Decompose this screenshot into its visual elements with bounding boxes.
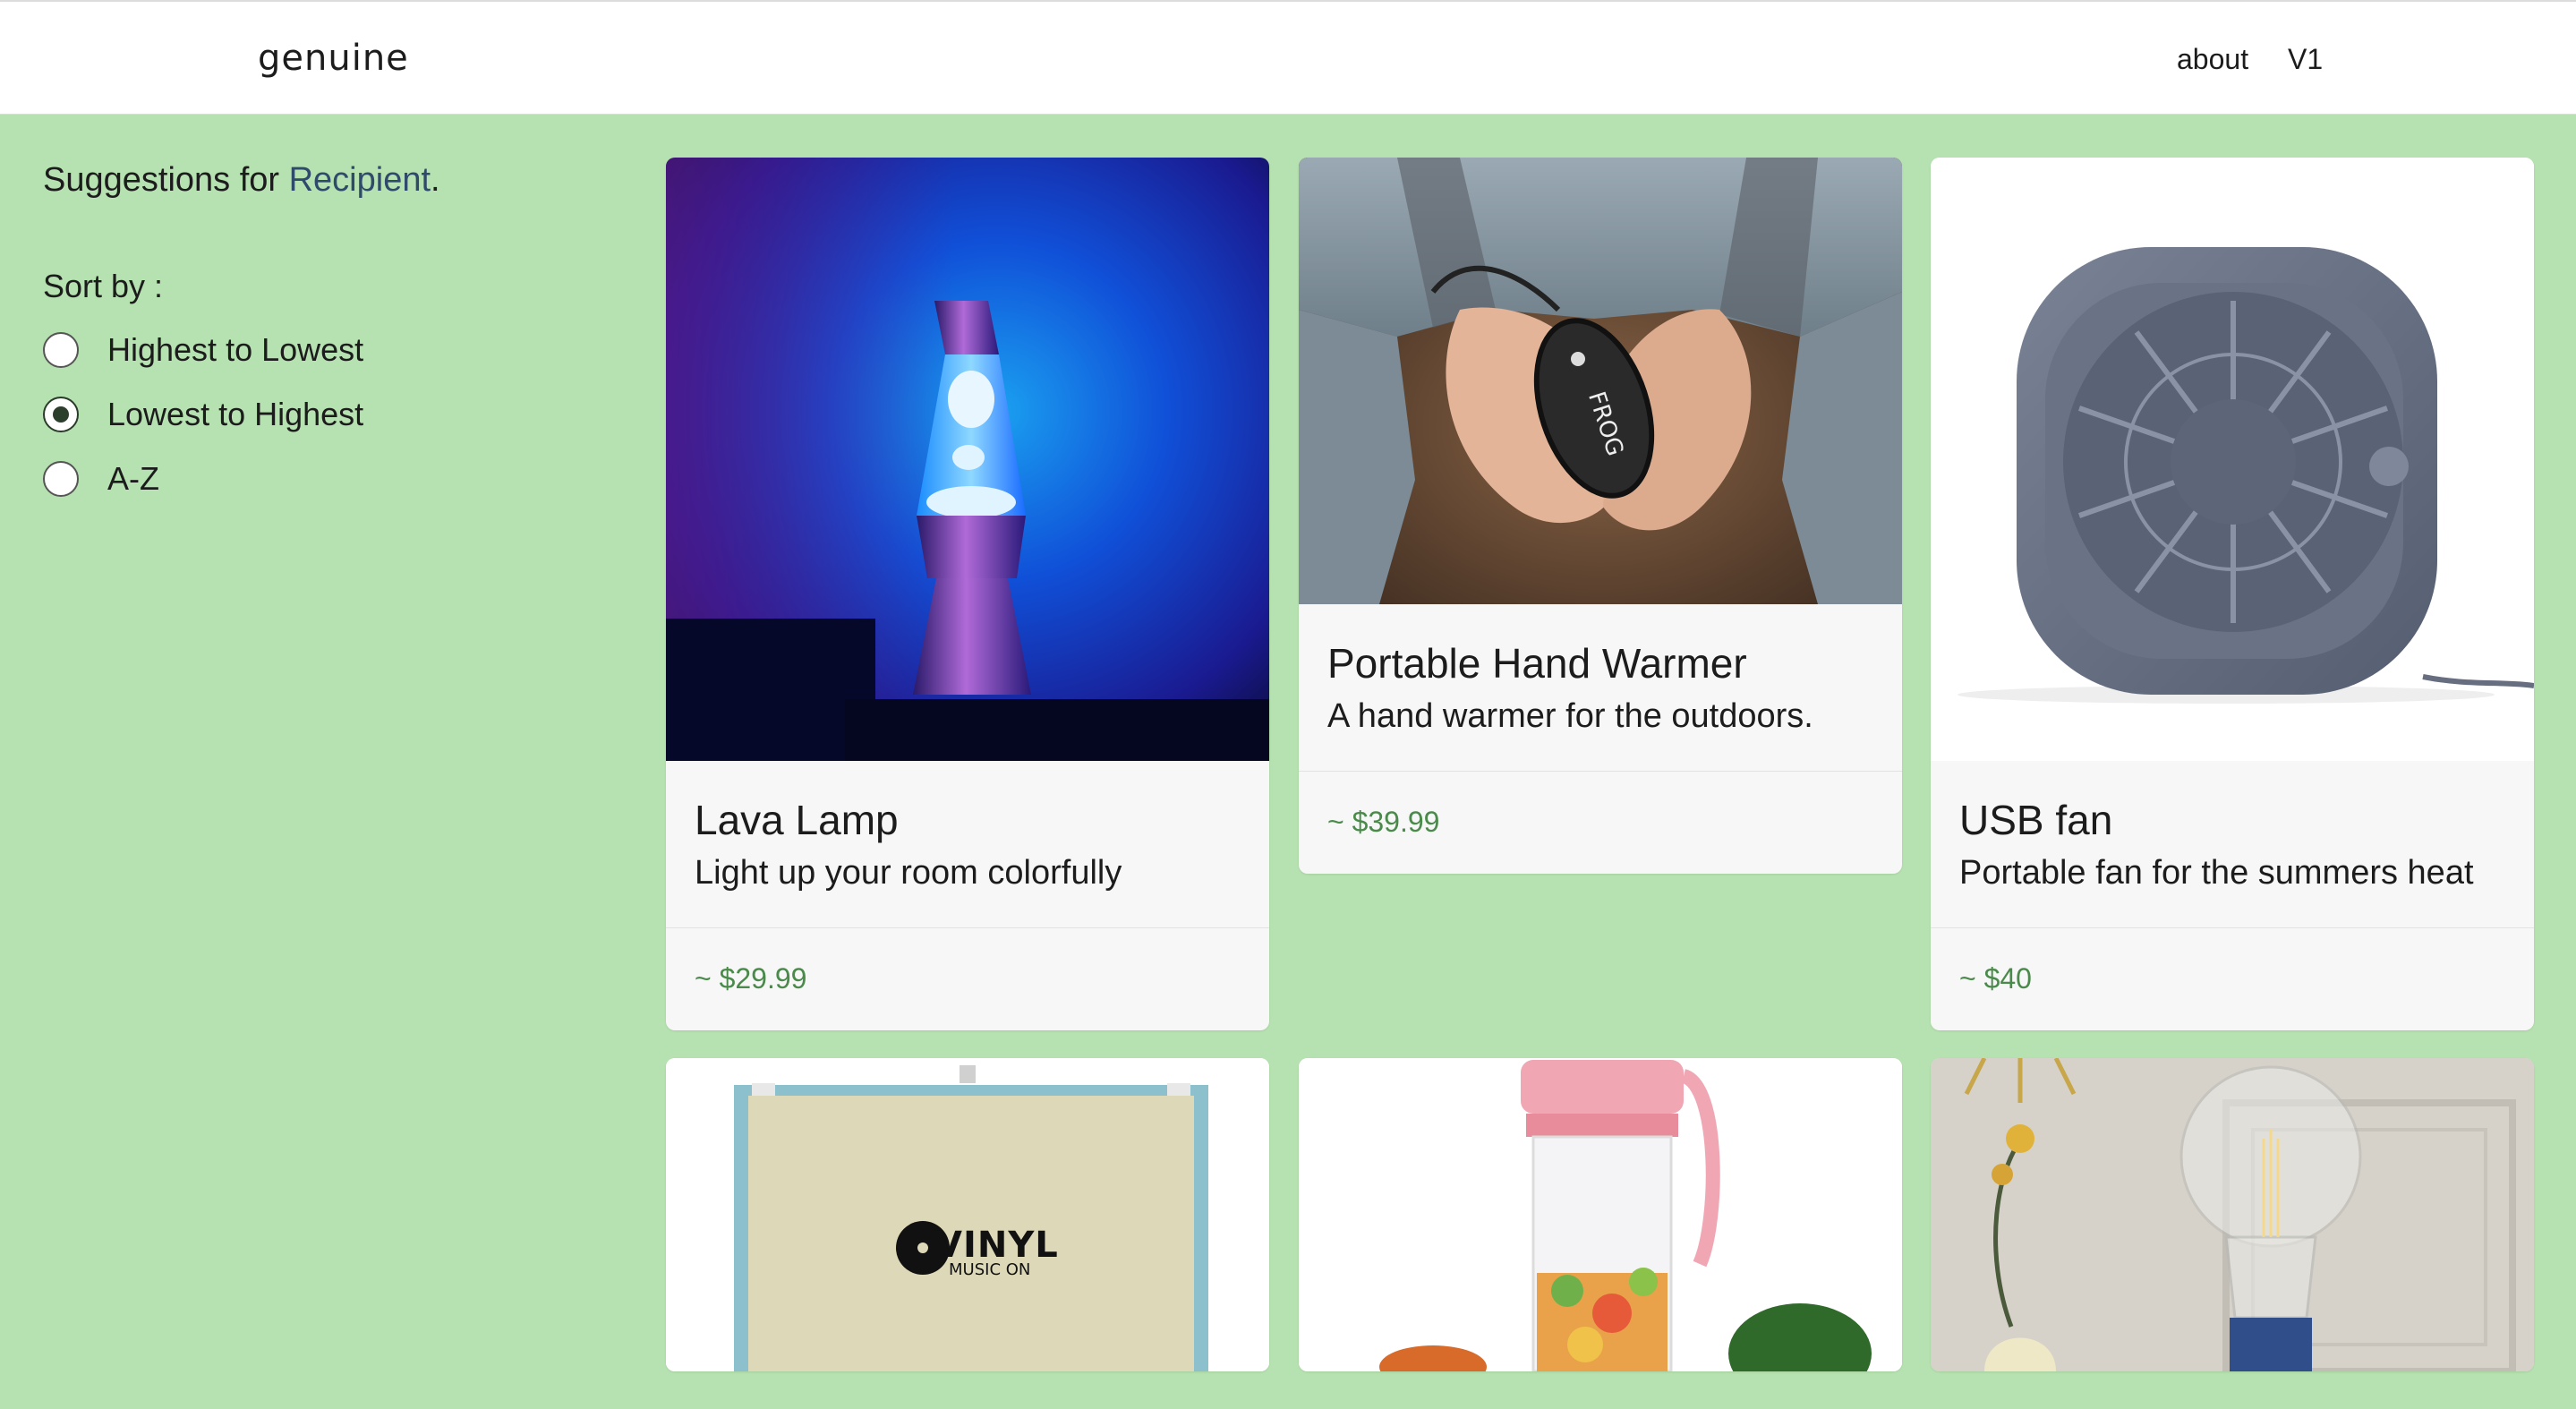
- sort-option-lowest-to-highest[interactable]: Lowest to Highest: [43, 382, 616, 447]
- suggestions-suffix: .: [431, 161, 440, 199]
- portable-blender-image: [1299, 1058, 1902, 1371]
- sort-sidebar: Suggestions for Recipient. Sort by : Hig…: [43, 161, 616, 511]
- light-bulb-image: [1931, 1058, 2534, 1371]
- lava-lamp-image: [666, 158, 1269, 761]
- usb-fan-image: [1931, 158, 2534, 761]
- nav-about-link[interactable]: about: [2177, 43, 2248, 76]
- recipient-name: Recipient: [288, 161, 431, 199]
- radio-highest-to-lowest[interactable]: [43, 332, 79, 368]
- sort-option-label: Lowest to Highest: [107, 396, 364, 432]
- card-body: Portable Hand Warmer A hand warmer for t…: [1299, 604, 1902, 772]
- card-footer: ~ $29.99: [666, 928, 1269, 1030]
- suggestions-heading: Suggestions for Recipient.: [43, 161, 616, 200]
- product-card-usb-fan[interactable]: USB fan Portable fan for the summers hea…: [1931, 158, 2534, 1030]
- card-footer: ~ $39.99: [1299, 772, 1902, 874]
- product-price: ~ $40: [1959, 962, 2032, 995]
- product-card-light-bulb[interactable]: [1931, 1058, 2534, 1371]
- radio-a-z[interactable]: [43, 461, 79, 497]
- product-card-vinyl-player[interactable]: VINYL MUSIC ON: [666, 1058, 1269, 1371]
- product-price: ~ $29.99: [695, 962, 807, 995]
- brand-logo[interactable]: genuine: [258, 38, 409, 79]
- sort-option-highest-to-lowest[interactable]: Highest to Lowest: [43, 318, 616, 382]
- hand-warmer-image: FROG: [1299, 158, 1902, 604]
- product-description: Portable fan for the summers heat: [1959, 854, 2474, 892]
- vinyl-logo-sub: MUSIC ON: [949, 1260, 1031, 1279]
- product-title: Portable Hand Warmer: [1327, 640, 1747, 687]
- sort-by-label: Sort by :: [43, 268, 164, 304]
- nav-version-link[interactable]: V1: [2288, 43, 2323, 76]
- sort-option-label: Highest to Lowest: [107, 331, 364, 368]
- vinyl-player-image: VINYL MUSIC ON: [666, 1058, 1269, 1371]
- product-title: Lava Lamp: [695, 797, 899, 843]
- product-description: A hand warmer for the outdoors.: [1327, 697, 1813, 735]
- suggestions-prefix: Suggestions for: [43, 161, 289, 199]
- radio-lowest-to-highest[interactable]: [43, 397, 79, 432]
- product-card-portable-blender[interactable]: [1299, 1058, 1902, 1371]
- product-card-lava-lamp[interactable]: Lava Lamp Light up your room colorfully …: [666, 158, 1269, 1030]
- card-footer: ~ $40: [1931, 928, 2534, 1030]
- card-body: USB fan Portable fan for the summers hea…: [1931, 761, 2534, 928]
- product-card-hand-warmer[interactable]: FROG Portable Hand Warmer A hand warmer …: [1299, 158, 1902, 874]
- sort-option-a-z[interactable]: A-Z: [43, 447, 616, 511]
- sort-option-label: A-Z: [107, 460, 159, 497]
- product-price: ~ $39.99: [1327, 806, 1440, 838]
- product-description: Light up your room colorfully: [695, 854, 1122, 892]
- card-body: Lava Lamp Light up your room colorfully: [666, 761, 1269, 928]
- product-title: USB fan: [1959, 797, 2113, 843]
- top-navbar: genuine about V1: [0, 0, 2576, 115]
